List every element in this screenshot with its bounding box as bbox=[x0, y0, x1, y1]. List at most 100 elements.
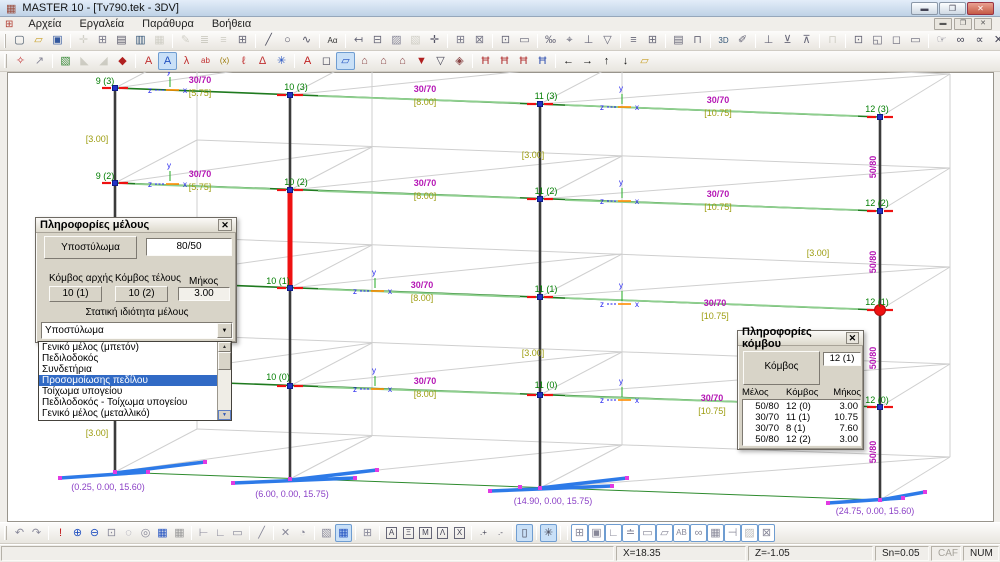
mdi-minimize-button[interactable]: ▬ bbox=[934, 18, 952, 30]
zoom-in-button[interactable]: ⊕ bbox=[69, 524, 86, 542]
title-bar[interactable]: ▦ MASTER 10 - [Tv790.tek - 3DV] ▬ ❐ ✕ bbox=[0, 0, 1000, 17]
toolbar-grip[interactable] bbox=[4, 54, 7, 68]
multi-select-button[interactable]: ✕ bbox=[277, 524, 294, 542]
window-new-button[interactable]: ⊞ bbox=[451, 32, 470, 50]
undo-button[interactable]: ↶ bbox=[11, 524, 28, 542]
hierarchy-tree-button[interactable]: ⊥ bbox=[579, 32, 598, 50]
label-sections-button[interactable]: ab bbox=[196, 52, 215, 70]
table-row[interactable]: 30/708 (1)7.60 bbox=[743, 423, 860, 434]
member-type-button[interactable]: Υποστύλωμα bbox=[44, 236, 137, 259]
snap-midpoint-button[interactable]: ≐ bbox=[622, 524, 639, 542]
new-file-button[interactable]: ▢ bbox=[10, 32, 29, 50]
minimize-button[interactable]: ▬ bbox=[911, 2, 938, 15]
snap-insert-button[interactable]: ⊣ bbox=[724, 524, 741, 542]
corner-tool-button[interactable]: ∟ bbox=[212, 524, 229, 542]
mouse-mode-button[interactable]: ▯ bbox=[516, 524, 533, 542]
draw-circle-button[interactable]: ○ bbox=[278, 32, 297, 50]
member-section-field[interactable]: 80/50 bbox=[146, 238, 232, 256]
snap-parallel-button[interactable]: ▱ bbox=[656, 524, 673, 542]
member-type-option-4[interactable]: Τοίχωμα υπογείου bbox=[39, 386, 217, 397]
letter-x-button[interactable]: X bbox=[451, 524, 468, 542]
scroll-thumb[interactable] bbox=[218, 352, 231, 370]
hatch-tool-button[interactable]: ▨ bbox=[387, 32, 406, 50]
snap-nearest-button[interactable]: ▭ bbox=[639, 524, 656, 542]
annotation-b-button[interactable]: ◱ bbox=[868, 32, 887, 50]
measure-button[interactable]: ↗ bbox=[30, 52, 49, 70]
text-tool-button[interactable]: Aα bbox=[323, 32, 342, 50]
table-row[interactable]: 50/8012 (0)3.00 bbox=[743, 401, 860, 412]
flag-solid-button[interactable]: ▼ bbox=[412, 52, 431, 70]
table-row[interactable]: 30/7011 (1)10.75 bbox=[743, 412, 860, 423]
snap-node-button[interactable]: ▣ bbox=[588, 524, 605, 542]
table-row[interactable]: 50/8012 (2)3.00 bbox=[743, 434, 860, 445]
toolbar-grip[interactable] bbox=[4, 34, 6, 48]
open-file-button[interactable]: ▱ bbox=[29, 32, 48, 50]
label-lengths-button[interactable]: ℓ bbox=[234, 52, 253, 70]
member-dialog-close-icon[interactable]: ✕ bbox=[218, 219, 232, 231]
snap-hatch-button[interactable]: ▨ bbox=[741, 524, 758, 542]
member-list-button[interactable]: ≡ bbox=[624, 32, 643, 50]
export-pdf-button[interactable]: A bbox=[298, 52, 317, 70]
nav-down-button[interactable]: ↓ bbox=[616, 52, 635, 70]
label-members-button[interactable]: A bbox=[139, 52, 158, 70]
annotation-d-button[interactable]: ▭ bbox=[906, 32, 925, 50]
copy-button[interactable]: ⊞ bbox=[93, 32, 112, 50]
close-button[interactable]: ✕ bbox=[967, 2, 994, 15]
snap-grid-button[interactable]: ⊞ bbox=[571, 524, 588, 542]
node-dialog-close-icon[interactable]: ✕ bbox=[846, 332, 859, 344]
zoom-box-b-button[interactable]: ▭ bbox=[515, 32, 534, 50]
line-tool-button[interactable]: ╱ bbox=[253, 524, 270, 542]
view-plane-button[interactable]: ▱ bbox=[336, 52, 355, 70]
view-cube-button[interactable]: ◻ bbox=[317, 52, 336, 70]
label-axes-button[interactable]: λ bbox=[177, 52, 196, 70]
view-top-button[interactable]: ⌂ bbox=[355, 52, 374, 70]
nav-left-button[interactable]: ← bbox=[559, 52, 578, 70]
member-type-option-2[interactable]: Συνδετήρια bbox=[39, 364, 217, 375]
end-node-button[interactable]: 10 (2) bbox=[115, 286, 168, 302]
select-polygon-button[interactable]: ✧ bbox=[11, 52, 30, 70]
member-type-option-6[interactable]: Γενικό μέλος (μεταλλικό) bbox=[39, 408, 217, 419]
view-3d-button[interactable]: 3D bbox=[714, 32, 733, 50]
menu-item-3[interactable]: Βοήθεια bbox=[203, 18, 260, 30]
delete-entity-button[interactable]: ✕ bbox=[989, 32, 1000, 50]
view-front-button[interactable]: ⌂ bbox=[374, 52, 393, 70]
support-fixed-button[interactable]: ⊥ bbox=[759, 32, 778, 50]
letter-m-button[interactable]: M bbox=[417, 524, 434, 542]
snap-endpoint-button[interactable]: ∟ bbox=[605, 524, 622, 542]
menu-item-1[interactable]: Εργαλεία bbox=[70, 18, 133, 30]
zoom-dynamic-button[interactable]: ◌ bbox=[120, 524, 137, 542]
snap-extension-button[interactable]: ▦ bbox=[707, 524, 724, 542]
redo-button[interactable]: ↷ bbox=[28, 524, 45, 542]
draw-arc-button[interactable]: ∿ bbox=[297, 32, 316, 50]
member-type-option-0[interactable]: Γενικό μέλος (μπετόν) bbox=[39, 342, 217, 353]
button-tool-button[interactable]: ▭ bbox=[229, 524, 246, 542]
print-preview-button[interactable]: ▥ bbox=[131, 32, 150, 50]
mdi-restore-button[interactable]: ❐ bbox=[954, 18, 972, 30]
units-oxx-button[interactable]: ‰ bbox=[541, 32, 560, 50]
find-node-button[interactable]: ∝ bbox=[970, 32, 989, 50]
save-file-button[interactable]: ▣ bbox=[48, 32, 67, 50]
start-node-button[interactable]: 10 (1) bbox=[49, 286, 102, 302]
zoom-window-button[interactable]: ⊡ bbox=[103, 524, 120, 542]
frame-view-a-button[interactable]: Ħ bbox=[476, 52, 495, 70]
letter-a-button[interactable]: A bbox=[383, 524, 400, 542]
dropdown-scrollbar[interactable]: ▲ ▼ bbox=[217, 342, 231, 420]
node-dialog-titlebar[interactable]: Πληροφορίες κόμβου ✕ bbox=[738, 331, 863, 346]
render-brush-button[interactable]: ✐ bbox=[733, 32, 752, 50]
member-type-option-1[interactable]: Πεδιλοδοκός bbox=[39, 353, 217, 364]
support-pinned-button[interactable]: ⊻ bbox=[778, 32, 797, 50]
frame-view-c-button[interactable]: Ħ bbox=[514, 52, 533, 70]
pan-hand-button[interactable]: ☞ bbox=[932, 32, 951, 50]
print-report-button[interactable]: ▤ bbox=[669, 32, 688, 50]
flag-outline-button[interactable]: ▽ bbox=[431, 52, 450, 70]
flag-tool-button[interactable]: ⊢ bbox=[195, 524, 212, 542]
zoom-region-button[interactable]: ▧ bbox=[56, 52, 75, 70]
node-button[interactable]: Κόμβος bbox=[743, 351, 820, 385]
member-type-option-3[interactable]: Προσομοίωσης πεδίλου bbox=[39, 375, 217, 386]
scroll-up-icon[interactable]: ▲ bbox=[218, 342, 231, 352]
pick-entity-button[interactable]: A bbox=[158, 52, 177, 70]
zoom-box-a-button[interactable]: ⊡ bbox=[496, 32, 515, 50]
find-member-button[interactable]: ∞ bbox=[951, 32, 970, 50]
label-levels-button[interactable]: Δ bbox=[253, 52, 272, 70]
zoom-scale-button[interactable]: ◎ bbox=[137, 524, 154, 542]
